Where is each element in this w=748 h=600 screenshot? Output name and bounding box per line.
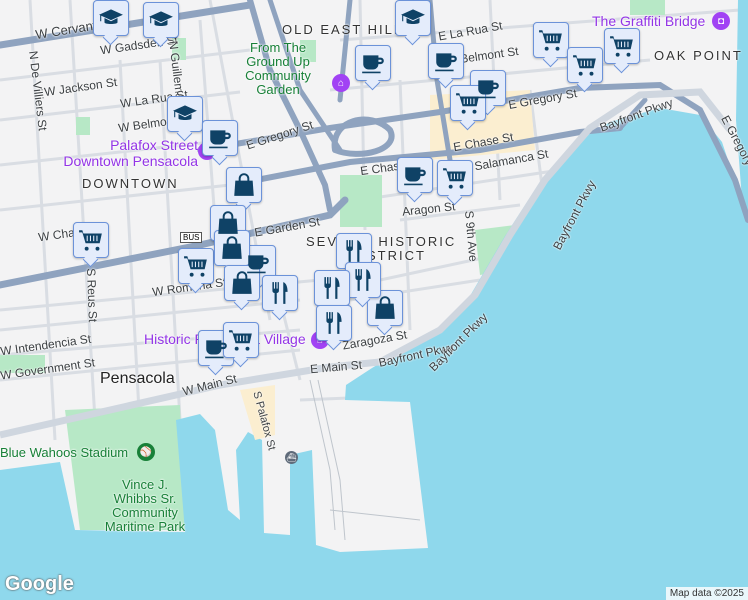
neighborhood-label: DOWNTOWN — [82, 176, 179, 191]
shopping-marker[interactable] — [224, 265, 260, 301]
restaurant-icon — [350, 267, 376, 293]
school-icon — [148, 7, 174, 33]
coffee-icon — [402, 162, 428, 188]
grocery-icon — [78, 227, 104, 253]
restaurant-marker[interactable] — [316, 305, 352, 341]
school-icon — [98, 5, 124, 31]
shopping-icon — [219, 235, 245, 261]
grocery-marker[interactable] — [567, 47, 603, 83]
shopping-marker[interactable] — [367, 290, 403, 326]
grocery-marker[interactable] — [178, 248, 214, 284]
camera-pin-icon[interactable]: ◘ — [712, 12, 730, 30]
poi-community-garden[interactable]: From The Ground Up Community Garden — [238, 41, 318, 97]
bus-route-shield: BUS — [180, 232, 203, 243]
shopping-icon — [372, 295, 398, 321]
grocery-icon — [228, 327, 254, 353]
coffee-icon — [433, 48, 459, 74]
coffee-marker[interactable] — [355, 45, 391, 81]
coffee-icon — [360, 50, 386, 76]
grocery-marker[interactable] — [450, 85, 486, 121]
restaurant-marker[interactable] — [262, 275, 298, 311]
poi-palafox-street[interactable]: Palafox Street Downtown Pensacola — [58, 137, 198, 169]
museum-pin-icon[interactable]: ⌂ — [332, 74, 350, 92]
coffee-marker[interactable] — [397, 157, 433, 193]
map-data-credit[interactable]: Map data ©2025 — [665, 587, 748, 600]
shopping-icon — [229, 270, 255, 296]
restaurant-icon — [267, 280, 293, 306]
shopping-icon — [215, 210, 241, 236]
school-marker[interactable] — [143, 2, 179, 38]
coffee-icon — [203, 335, 229, 361]
grocery-icon — [538, 27, 564, 53]
neighborhood-label: OLD EAST HILL — [282, 22, 404, 37]
shopping-icon — [231, 172, 257, 198]
poi-maritime-park[interactable]: Vince J. Whibbs Sr. Community Maritime P… — [100, 478, 190, 534]
street-label: S Reus St — [84, 268, 100, 323]
grocery-marker[interactable] — [437, 160, 473, 196]
grocery-marker[interactable] — [73, 222, 109, 258]
coffee-marker[interactable] — [202, 120, 238, 156]
stadium-pin-icon[interactable]: ⚾ — [137, 443, 155, 461]
city-label: Pensacola — [100, 370, 175, 387]
grocery-icon — [183, 253, 209, 279]
restaurant-marker[interactable] — [336, 233, 372, 269]
grocery-marker[interactable] — [604, 28, 640, 64]
grocery-icon — [442, 165, 468, 191]
shopping-marker[interactable] — [214, 230, 250, 266]
restaurant-icon — [321, 310, 347, 336]
neighborhood-label: OAK POINT — [654, 48, 743, 63]
shopping-marker[interactable] — [226, 167, 262, 203]
restaurant-marker[interactable] — [314, 270, 350, 306]
neighborhood-label: SEVILLE HISTORIC — [306, 234, 457, 249]
restaurant-icon — [319, 275, 345, 301]
grocery-icon — [572, 52, 598, 78]
grocery-marker[interactable] — [533, 22, 569, 58]
poi-stadium[interactable]: Blue Wahoos Stadium — [0, 446, 128, 460]
ferry-icon[interactable]: ⛴ — [285, 451, 298, 464]
school-icon — [172, 101, 198, 127]
google-logo: Google — [5, 573, 74, 595]
restaurant-marker[interactable] — [345, 262, 381, 298]
school-icon — [400, 5, 426, 31]
school-marker[interactable] — [167, 96, 203, 132]
poi-label: Palafox Street Downtown Pensacola — [63, 137, 198, 169]
grocery-marker[interactable] — [223, 322, 259, 358]
grocery-icon — [455, 90, 481, 116]
restaurant-icon — [341, 238, 367, 264]
grocery-icon — [609, 33, 635, 59]
poi-graffiti-bridge[interactable]: The Graffiti Bridge — [592, 13, 705, 29]
coffee-marker[interactable] — [428, 43, 464, 79]
coffee-icon — [207, 125, 233, 151]
school-marker[interactable] — [93, 0, 129, 36]
school-marker[interactable] — [395, 0, 431, 36]
